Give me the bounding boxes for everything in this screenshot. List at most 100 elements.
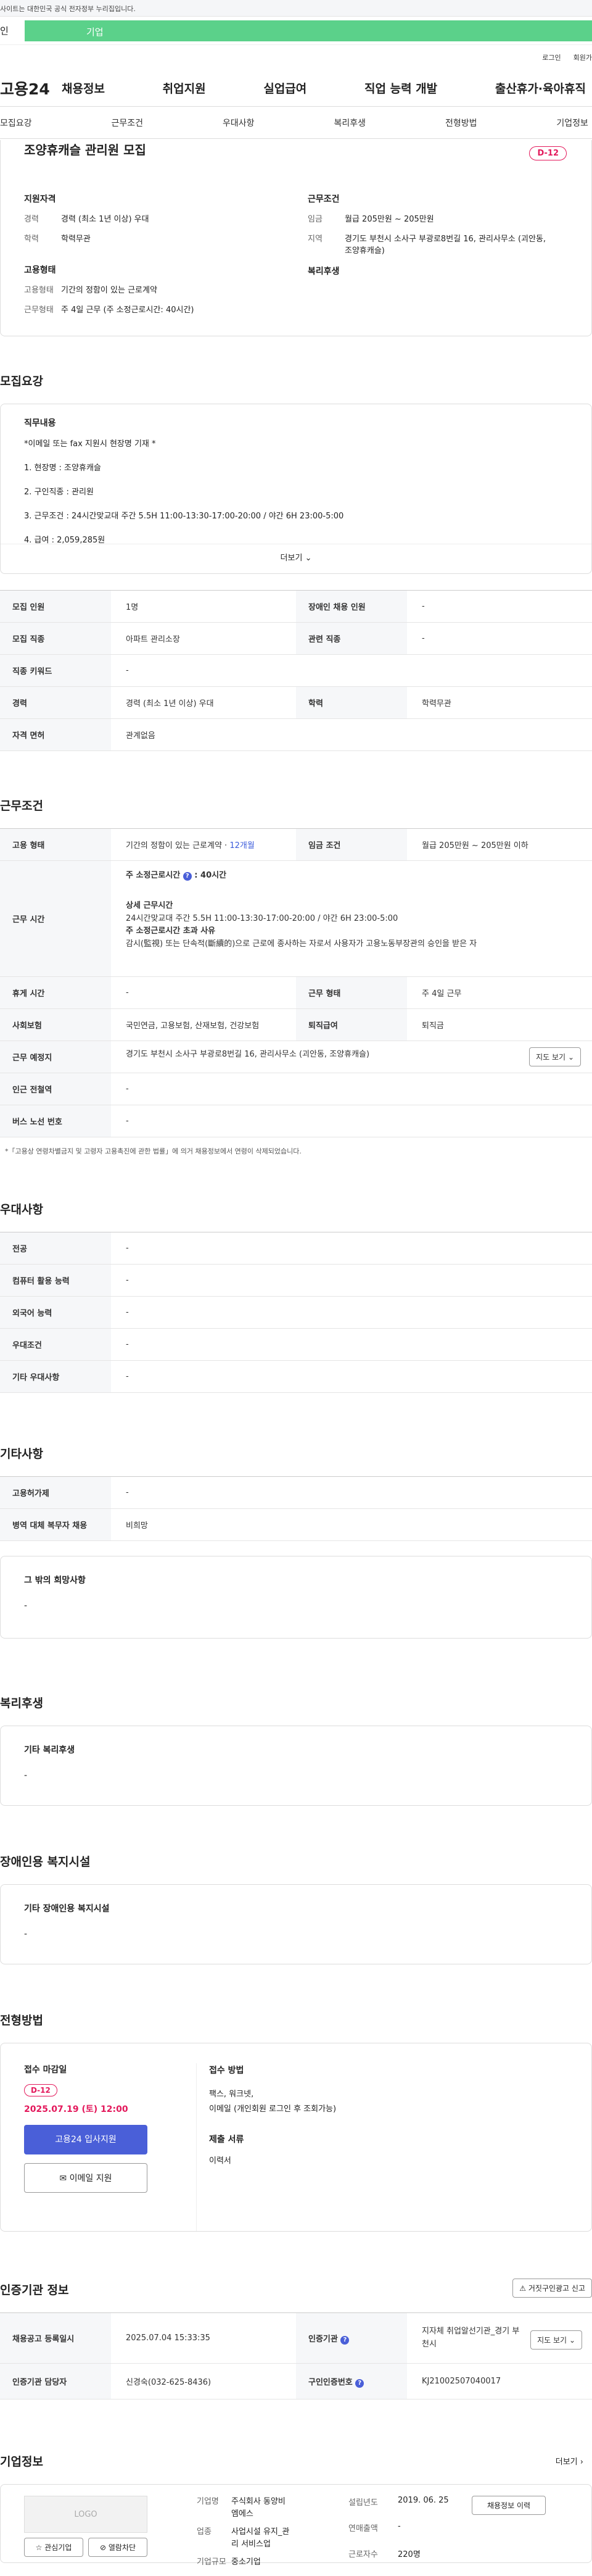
method-value: 팩스, 워크넷, (209, 2090, 254, 2100)
sales-label: 연매출액 (348, 2524, 378, 2533)
row-value: - (111, 1296, 592, 1329)
info-icon[interactable]: ? (340, 2335, 350, 2345)
industry-value: 리 서비스업 (231, 2539, 271, 2549)
site-logo[interactable]: 고용24 (0, 77, 62, 99)
job-title: 조양휴캐슬 관리원 모집 (24, 143, 146, 157)
conditions-section-title: 근무조건 (0, 799, 43, 813)
detail-hours-heading: 상세 근무시간 (126, 900, 173, 910)
email-apply-button[interactable]: ✉ 이메일 지원 (24, 2163, 147, 2193)
member-type-company[interactable]: 기업 (25, 20, 592, 41)
row-label: 학력 (296, 686, 407, 719)
conditions-heading: 근무조건 (308, 194, 340, 204)
employees-label: 근로자수 (348, 2550, 378, 2559)
tab-welfare[interactable]: 복리후생 (334, 117, 366, 129)
more-button[interactable]: 더보기 ⌄ (1, 544, 591, 573)
row-label: 휴게 시간 (0, 976, 111, 1009)
area-label: 지역 (308, 234, 323, 244)
wage-label: 임금 (308, 215, 323, 224)
row-label: 경력 (0, 686, 111, 719)
info-icon[interactable]: ? (183, 872, 192, 881)
report-button[interactable]: ⚠ 거짓구인광고 신고 (512, 2279, 592, 2298)
row-label: 우대조건 (0, 1328, 111, 1361)
row-label: 구인인증번호 (308, 2377, 353, 2387)
block-icon: ⊘ (99, 2543, 107, 2552)
table-row: 근무 시간 주 소정근로시간 ? : 40시간 상세 근무시간 24시간맞교대 … (0, 860, 592, 977)
email-apply-label: 이메일 지원 (69, 2174, 112, 2183)
wage-value: 월급 205만원 ~ 205만원 (345, 215, 434, 224)
welfare-heading: 복리후생 (308, 266, 340, 276)
gnb-unemployment-benefit[interactable]: 실업급여 (263, 80, 306, 96)
founded-label: 설립년도 (348, 2498, 378, 2507)
row-value: - (407, 622, 592, 655)
tab-recruit[interactable]: 모집요강 (0, 117, 32, 129)
row-value: 1명 (111, 590, 296, 623)
method-value: 이메일 (개인회원 로그인 후 조회가능) (209, 2104, 337, 2114)
tab-conditions[interactable]: 근무조건 (111, 117, 143, 129)
deadline-heading: 접수 마감일 (24, 2065, 67, 2075)
row-label: 전공 (0, 1232, 111, 1265)
table-row: 외국어 능력 - (0, 1296, 592, 1329)
company-name-value: 엠에스 (231, 2509, 253, 2519)
row-label: 인증기관 (308, 2334, 338, 2344)
row-value: - (111, 1360, 592, 1393)
row-value: - (111, 1073, 592, 1105)
preference-section-title: 우대사항 (0, 1203, 43, 1216)
row-label: 인근 전철역 (0, 1073, 111, 1105)
row-value: - (111, 654, 592, 687)
gnb-employment-support[interactable]: 취업지원 (163, 80, 206, 96)
row-label: 임금 조건 (296, 828, 407, 861)
worktype-label: 근무형태 (24, 305, 54, 315)
table-row: 사회보험 국민연금, 고용보험, 산재보험, 건강보험 퇴직급여 퇴직금 (0, 1008, 592, 1041)
join-link[interactable]: 회원가 (574, 52, 592, 62)
login-link[interactable]: 로그인 (542, 52, 561, 62)
company-size-label: 기업규모 (197, 2557, 226, 2567)
career-label: 경력 (24, 215, 39, 224)
org-map-button[interactable]: 지도 보기 ⌄ (530, 2330, 582, 2350)
row-label: 직종 키워드 (0, 654, 111, 687)
block-view-button[interactable]: ⊘ 열람차단 (88, 2538, 147, 2557)
apply-button[interactable]: 고용24 입사지원 (24, 2125, 147, 2154)
welfare-section-title: 복리후생 (0, 1697, 43, 1710)
gov-notice-text: 사이트는 대한민국 공식 전자정부 누리집입니다. (0, 5, 136, 13)
member-type-bar: 인 기업 (0, 17, 592, 45)
disabled-box-value: - (24, 1929, 28, 1939)
table-row: 고용허가제 - (0, 1476, 592, 1509)
row-value: KJ21002507040017 (407, 2363, 592, 2399)
favorite-company-button[interactable]: ☆ 관심기업 (24, 2538, 83, 2557)
map-button[interactable]: 지도 보기 ⌄ (529, 1047, 581, 1066)
row-label: 사회보험 (0, 1008, 111, 1041)
row-value: 아파트 관리소장 (111, 622, 296, 655)
job-history-button[interactable]: 채용정보 이력 (472, 2496, 546, 2515)
row-label: 인증기관 담당자 (0, 2363, 111, 2399)
gnb-job-training[interactable]: 직업 능력 개발 (364, 80, 437, 96)
map-button-label: 지도 보기 (537, 2335, 567, 2345)
info-icon[interactable]: ? (355, 2379, 364, 2388)
duty-line: 2. 구인직종 : 관리원 (24, 488, 94, 497)
row-label: 컴퓨터 활용 능력 (0, 1264, 111, 1297)
industry-label: 업종 (197, 2527, 212, 2537)
contract-period-link[interactable]: 12개월 (229, 841, 254, 850)
mail-icon: ✉ (59, 2174, 67, 2183)
row-value: - (407, 590, 592, 623)
deadline-dday-badge: D-12 (24, 2084, 57, 2096)
row-value: 관계없음 (111, 718, 592, 751)
etc-table: 고용허가제 - 병역 대체 복무자 채용 비희망 (0, 1476, 592, 1541)
area-value: 경기도 부천시 소사구 부광로8번길 16, 관리사무소 (괴안동, 조양휴캐슬… (345, 234, 546, 256)
cert-table: 채용공고 등록일시 2025.07.04 15:33:35 인증기관 ? 지자체 취업… (0, 2312, 592, 2399)
gnb-jobs[interactable]: 채용정보 (62, 80, 105, 96)
table-row: 모집 인원 1명 장애인 채용 인원 - (0, 590, 592, 623)
gnb-parental-leave[interactable]: 출산휴가·육아휴직 (495, 80, 586, 96)
tab-process[interactable]: 전형방법 (445, 117, 477, 129)
member-type-individual[interactable]: 인 (0, 24, 25, 37)
row-label: 고용허가제 (0, 1476, 111, 1509)
company-more-label: 더보기 (555, 2458, 578, 2467)
company-more-link[interactable]: 더보기 › (556, 2455, 583, 2467)
block-label: 열람차단 (108, 2543, 136, 2552)
tab-preference[interactable]: 우대사항 (223, 117, 255, 129)
row-value: - (111, 1476, 592, 1509)
tab-company[interactable]: 기업정보 (556, 117, 588, 129)
row-label: 장애인 채용 인원 (296, 590, 407, 623)
table-row: 직종 키워드 - (0, 654, 592, 687)
utility-links: 로그인 회원가 (0, 45, 592, 70)
disabled-box-heading: 기타 장애인용 복지시설 (24, 1904, 110, 1914)
